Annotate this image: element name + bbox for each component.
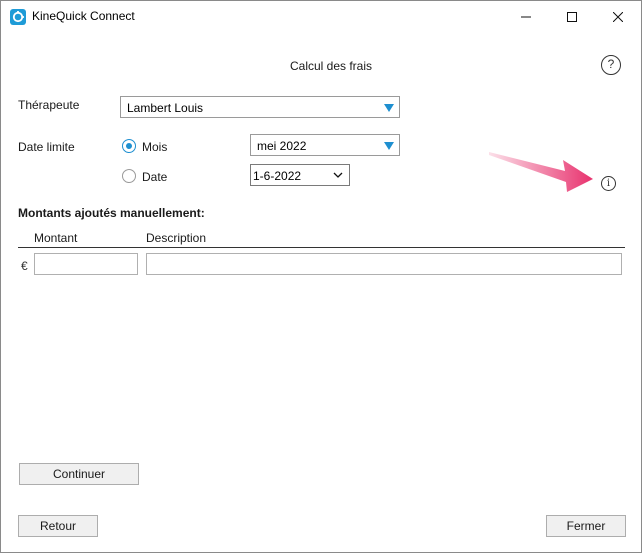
month-select-value: mei 2022: [257, 139, 307, 153]
minimize-icon: [521, 16, 531, 17]
therapist-select[interactable]: Lambert Louis: [120, 96, 400, 118]
continue-button[interactable]: Continuer: [19, 463, 139, 485]
close-button[interactable]: Fermer: [546, 515, 626, 537]
close-icon: [613, 11, 623, 22]
maximize-icon: [567, 11, 577, 22]
amount-input[interactable]: [34, 253, 138, 275]
column-header-description: Description: [146, 231, 207, 245]
window-title: KineQuick Connect: [32, 9, 135, 23]
description-input[interactable]: [146, 253, 622, 275]
currency-symbol: €: [21, 259, 28, 273]
radio-date[interactable]: [122, 169, 136, 183]
close-window-button[interactable]: [595, 1, 641, 32]
annotation-arrow-icon: [489, 152, 593, 192]
title-bar: KineQuick Connect: [1, 1, 641, 32]
date-picker-value: 1-6-2022: [253, 169, 302, 183]
manual-amounts-heading: Montants ajoutés manuellement:: [18, 206, 205, 220]
app-window: KineQuick Connect Calcul des frais ? Thé…: [0, 0, 642, 553]
dropdown-arrow-icon: [384, 104, 394, 112]
column-header-amount: Montant: [34, 231, 78, 245]
maximize-button[interactable]: [549, 1, 595, 32]
header-divider: [18, 247, 625, 248]
date-picker[interactable]: 1-6-2022: [250, 164, 350, 186]
therapist-label: Thérapeute: [18, 98, 80, 112]
therapist-select-value: Lambert Louis: [127, 101, 204, 115]
month-select[interactable]: mei 2022: [250, 134, 400, 156]
info-icon[interactable]: i: [601, 176, 616, 191]
radio-month-label[interactable]: Mois: [142, 140, 167, 154]
chevron-down-icon: [333, 172, 343, 178]
radio-month[interactable]: [122, 139, 136, 153]
back-button[interactable]: Retour: [18, 515, 98, 537]
kinequick-app-icon: [10, 9, 26, 25]
deadline-label: Date limite: [18, 140, 75, 154]
minimize-button[interactable]: [503, 1, 549, 32]
page-title: Calcul des frais: [289, 59, 373, 73]
help-icon[interactable]: ?: [601, 55, 621, 75]
dropdown-arrow-icon: [384, 142, 394, 150]
radio-date-label[interactable]: Date: [142, 170, 167, 184]
